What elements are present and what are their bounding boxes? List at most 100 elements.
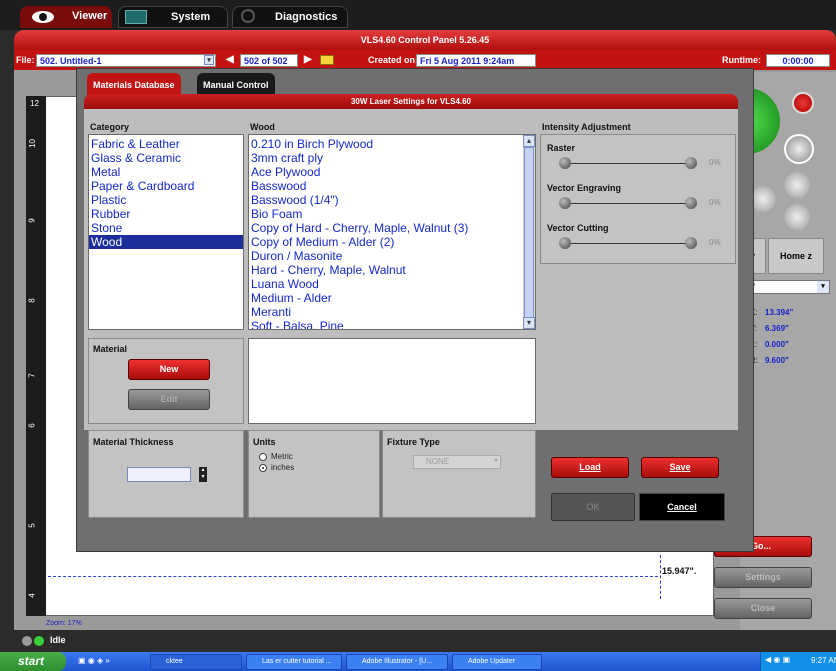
file-select[interactable]: 502. Untitled-1 (36, 54, 216, 67)
scroll-down-icon[interactable]: ▾ (523, 317, 535, 329)
tab-manual-control[interactable]: Manual Control (197, 73, 275, 95)
materials-heading: Wood (250, 122, 275, 132)
material-item[interactable]: Duron / Masonite (249, 249, 535, 263)
taskbar-item-label: Adobe Illustrator - [U... (362, 658, 433, 665)
coord-x-value: 13.394" (765, 308, 794, 317)
previous-arrow-icon[interactable]: ◀ (226, 54, 234, 65)
material-item[interactable]: Copy of Hard - Cherry, Maple, Walnut (3) (249, 221, 535, 235)
intensity-panel: Raster 0% Vector Engraving 0% Vector Cut… (540, 134, 736, 264)
tab-system[interactable]: System (118, 6, 228, 28)
materials-scrollbar[interactable]: ▴ ▾ (523, 135, 535, 329)
material-item[interactable]: 0.210 in Birch Plywood (249, 137, 535, 151)
vector-engraving-min-knob[interactable] (559, 197, 571, 209)
category-item[interactable]: Plastic (89, 193, 243, 207)
taskbar-item[interactable]: Adobe Illustrator - [U... (346, 654, 448, 670)
dimension-readout: 15.947". (662, 566, 697, 576)
chevron-down-icon: ▾ (493, 456, 498, 465)
vector-cutting-max-knob[interactable] (685, 237, 697, 249)
eye-icon (32, 11, 54, 23)
coord-z-value: 0.000" (765, 340, 789, 349)
tab-diagnostics-label: Diagnostics (275, 11, 338, 23)
dashed-dimension-line (48, 576, 658, 577)
folder-icon[interactable] (320, 55, 334, 65)
new-button[interactable]: New (128, 359, 210, 380)
material-item[interactable]: Meranti (249, 305, 535, 319)
tab-system-label: System (171, 11, 211, 23)
chevron-down-icon[interactable]: ▾ (204, 55, 214, 65)
vector-cutting-label: Vector Cutting (547, 223, 609, 233)
next-arrow-icon[interactable]: ▶ (304, 54, 312, 65)
arrow-up-icon[interactable] (784, 172, 810, 198)
category-item[interactable]: Metal (89, 165, 243, 179)
category-item[interactable]: Rubber (89, 207, 243, 221)
tab-materials-database-label: Materials Database (93, 80, 175, 90)
taskbar-item-label: Adobe Updater (468, 658, 516, 665)
category-list[interactable]: Fabric & Leather Glass & Ceramic Metal P… (88, 134, 244, 330)
material-item[interactable]: 3mm craft ply (249, 151, 535, 165)
save-button[interactable]: Save (641, 457, 719, 478)
units-inches-label: inches (271, 463, 295, 472)
vector-engraving-percent: 0% (709, 198, 721, 207)
category-item[interactable]: Fabric & Leather (89, 137, 243, 151)
stethoscope-icon (241, 9, 255, 23)
load-button[interactable]: Load (551, 457, 629, 478)
material-item[interactable]: Ace Plywood (249, 165, 535, 179)
category-heading: Category (90, 122, 130, 132)
material-item[interactable]: Luana Wood (249, 277, 535, 291)
taskbar-item[interactable]: cktee (150, 654, 242, 670)
raster-slider-max-knob[interactable] (685, 157, 697, 169)
home-z-button[interactable]: Home z (768, 238, 824, 274)
vector-engraving-max-knob[interactable] (685, 197, 697, 209)
status-text: Idle (50, 635, 66, 645)
ruler-label: 9 (27, 218, 37, 223)
material-notes-box[interactable] (248, 338, 536, 424)
tab-viewer[interactable]: Viewer (20, 6, 112, 28)
ok-button[interactable]: OK (551, 493, 635, 521)
vector-engraving-slider[interactable] (565, 203, 693, 204)
settings-button[interactable]: Settings (714, 567, 812, 588)
category-item[interactable]: Stone (89, 221, 243, 235)
quick-launch-icons[interactable]: ▣ ◉ ◈ » (78, 656, 148, 668)
material-heading: Material (93, 344, 128, 354)
cancel-button[interactable]: Cancel (639, 493, 725, 521)
material-item[interactable]: Hard - Cherry, Maple, Walnut (249, 263, 535, 277)
material-item[interactable]: Basswood (249, 179, 535, 193)
thickness-input[interactable] (127, 467, 191, 482)
material-item[interactable]: Bio Foam (249, 207, 535, 221)
start-button[interactable]: start (0, 652, 66, 671)
ruler-label: 5 (27, 523, 37, 528)
intensity-heading: Intensity Adjustment (542, 122, 631, 132)
vector-cutting-min-knob[interactable] (559, 237, 571, 249)
scroll-up-icon[interactable]: ▴ (523, 135, 535, 147)
fixture-select[interactable]: NONE ▾ (413, 455, 501, 469)
scroll-thumb[interactable] (524, 147, 534, 323)
close-button[interactable]: Close (714, 598, 812, 619)
material-item[interactable]: Soft - Balsa, Pine (249, 319, 535, 329)
category-item[interactable]: Glass & Ceramic (89, 151, 243, 165)
tab-manual-control-label: Manual Control (203, 80, 269, 90)
category-item[interactable]: Paper & Cardboard (89, 179, 243, 193)
arrow-down-icon[interactable] (784, 204, 810, 230)
start-label: start (18, 654, 45, 668)
ruler-label: 12 (30, 99, 39, 108)
units-metric-radio[interactable] (259, 453, 267, 461)
category-item-selected[interactable]: Wood (89, 235, 243, 249)
edit-button[interactable]: Edit (128, 389, 210, 410)
material-item[interactable]: Medium - Alder (249, 291, 535, 305)
material-item[interactable]: Basswood (1/4") (249, 193, 535, 207)
thickness-stepper-icon[interactable]: ▴ ▾ (199, 467, 207, 482)
materials-list[interactable]: 0.210 in Birch Plywood 3mm craft ply Ace… (248, 134, 536, 330)
taskbar-item[interactable]: Las er cutter tutorial ... (246, 654, 342, 670)
raster-slider-min-knob[interactable] (559, 157, 571, 169)
raster-percent: 0% (709, 158, 721, 167)
pause-icon[interactable] (784, 134, 814, 164)
raster-slider[interactable] (565, 163, 693, 164)
vector-cutting-slider[interactable] (565, 243, 693, 244)
material-item[interactable]: Copy of Medium - Alder (2) (249, 235, 535, 249)
stop-icon[interactable] (792, 92, 814, 114)
taskbar-item[interactable]: Adobe Updater (452, 654, 542, 670)
tab-diagnostics[interactable]: Diagnostics (232, 6, 348, 28)
tab-materials-database[interactable]: Materials Database (87, 73, 181, 95)
tray-icons[interactable]: ◀ ◉ ▣ (765, 655, 790, 664)
units-inches-radio[interactable] (259, 464, 267, 472)
